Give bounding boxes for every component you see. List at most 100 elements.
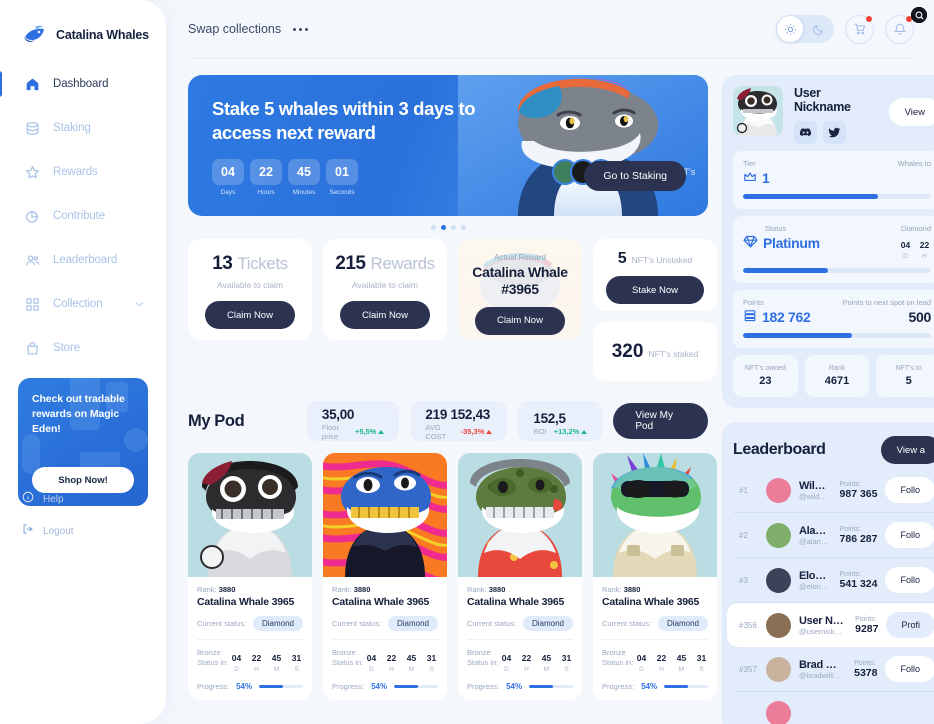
nft-image [593, 453, 717, 577]
go-to-staking-button[interactable]: Go to Staking [584, 161, 686, 191]
nft-card[interactable]: Rank: 3880 Catalina Whale 3965 Current s… [188, 7, 927, 700]
follow-button[interactable]: Follo [885, 656, 934, 682]
cart-badge [866, 15, 872, 22]
avatar [766, 701, 791, 724]
leaderboard-row[interactable]: #2 Alan Walker @alanwalker Points: 786 2… [733, 513, 934, 558]
chevron-down-icon[interactable] [135, 300, 144, 309]
nfts-owned-tile: NFT's owned 23 [733, 355, 798, 397]
progress-label: Progress: [197, 682, 230, 691]
leaderboard-row[interactable]: #3 Elon Musk @elonmusk Points: 541 324 F… [733, 558, 934, 603]
follow-button[interactable]: Follo [885, 522, 934, 548]
leaderboard-row[interactable]: #1 Wildan Wari @wildanwari Points: 987 3… [733, 468, 934, 513]
view-profile-button[interactable]: View [888, 98, 934, 126]
countdown-value: 22 [656, 653, 667, 663]
countdown-value: 04 [900, 240, 911, 250]
user-header: User Nickname View [733, 86, 934, 144]
carousel-dot-active[interactable] [440, 225, 446, 230]
sun-icon [777, 16, 803, 42]
follow-button[interactable]: Follo [885, 477, 934, 503]
ellipsis-icon[interactable] [293, 27, 309, 31]
sidebar-item-contribute[interactable]: Contribute [0, 202, 166, 230]
countdown-unit: H [922, 253, 927, 260]
nft-next-status-label: Bronze Status in: [467, 648, 499, 668]
countdown-cell: 31 S [290, 648, 303, 673]
view-all-button[interactable]: View a [880, 436, 934, 464]
sidebar-item-label: Leaderboard [53, 254, 118, 266]
help-label: Help [43, 493, 64, 505]
countdown-cell: 22 Hours [250, 159, 282, 196]
logout-icon [22, 522, 34, 540]
leaderboard-row-partial[interactable] [733, 692, 934, 724]
follow-button[interactable]: Follo [885, 567, 934, 593]
right-column: User Nickname View Tier Whales to 1 Stat… [722, 75, 934, 724]
countdown-unit: D [903, 253, 908, 260]
nft-countdown-row: Bronze Status in: 04 D 22 H 45 M 31 S [467, 648, 573, 673]
sidebar-item-leaderboard[interactable]: Leaderboard [0, 246, 166, 274]
tier-row: Tier Whales to [743, 159, 931, 168]
view-my-pod-button[interactable]: View My Pod [613, 403, 708, 439]
profile-button[interactable]: Profi [886, 612, 934, 638]
claim-tickets-button[interactable]: Claim Now [205, 301, 295, 329]
nft-progress-row: Progress: 54% [602, 682, 708, 691]
logout-link[interactable]: Logout [22, 522, 74, 540]
points-progress-fill [743, 333, 853, 338]
row-points: Points: 5378 [854, 660, 877, 679]
countdown-cell: 22 H [250, 648, 263, 673]
main-area: Swap collections Stake 5 whales within 3… [166, 0, 934, 724]
countdown-unit: H [524, 666, 529, 673]
row-handle: @alanwalker [799, 536, 830, 546]
metric-delta: -35,3% [461, 427, 493, 436]
nft-status-label: Current status: [602, 619, 652, 628]
status-badge: Diamond [522, 616, 573, 631]
promo-card[interactable]: Check out tradable rewards on Magic Eden… [18, 378, 148, 506]
nft-rank-label: Rank: [332, 585, 352, 594]
my-pod-header: My Pod 35,00 Floor price +5,5% 219 152,4 [188, 401, 708, 441]
claim-actual-reward-button[interactable]: Claim Now [475, 306, 565, 335]
avatar [766, 522, 791, 548]
claim-rewards-button[interactable]: Claim Now [340, 301, 430, 329]
nft-card[interactable]: Rank: 3880 Catalina Whale 3965 Current s… [323, 7, 927, 700]
row-points: Points: 987 365 [840, 481, 878, 500]
swap-collections-label[interactable]: Swap collections [188, 22, 281, 36]
database-icon [24, 120, 41, 137]
progress-value: 54% [371, 682, 388, 691]
cart-button[interactable] [845, 14, 874, 44]
staked-card: 320 NFT's staked [593, 322, 717, 381]
row-rank: #2 [739, 530, 748, 540]
arrow-up-icon [486, 429, 493, 434]
progress-bar-fill [259, 685, 283, 688]
nft-rank: Rank: 3880 [602, 585, 708, 594]
progress-value: 54% [506, 682, 523, 691]
progress-label: Progress: [332, 682, 365, 691]
countdown-value: 22 [251, 653, 262, 663]
carousel-dot[interactable] [460, 225, 466, 230]
sidebar-item-store[interactable]: Store [0, 334, 166, 362]
sidebar-item-dashboard[interactable]: Dashboard [0, 70, 166, 98]
twitter-icon[interactable] [823, 121, 846, 144]
leaderboard-row[interactable]: #357 Brad Williams @bradwilliams Points:… [733, 647, 934, 692]
stake-now-button[interactable]: Stake Now [606, 276, 704, 304]
countdown-cell: 31 S [560, 648, 573, 673]
points-value: 182 762 [762, 309, 811, 325]
sidebar-item-collection[interactable]: Collection [0, 290, 166, 318]
help-link[interactable]: Help [22, 490, 74, 508]
nft-card[interactable]: Rank: 3880 Catalina Whale 3965 Current s… [593, 7, 927, 700]
countdown-cell: 04 D [230, 648, 243, 673]
sidebar-item-staking[interactable]: Staking [0, 114, 166, 142]
countdown-value: 22 [521, 653, 532, 663]
discord-icon[interactable] [794, 121, 817, 144]
points-block: Points Points to next spot on lead 182 7… [733, 290, 934, 348]
carousel-dot[interactable] [450, 225, 456, 230]
nft-card[interactable]: Rank: 3880 Catalina Whale 3965 Current s… [458, 7, 927, 700]
countdown-unit: M [543, 666, 550, 673]
nft-progress-row: Progress: 54% [332, 682, 438, 691]
nft-rank: Rank: 3880 [197, 585, 303, 594]
countdown-value: 04 [501, 653, 512, 663]
carousel-dot[interactable] [430, 225, 436, 230]
sidebar-item-rewards[interactable]: Rewards [0, 158, 166, 186]
points-row: Points Points to next spot on lead [743, 298, 931, 307]
leaderboard-row-current-user[interactable]: #356 User Nickna… @usernickname Points: … [727, 603, 934, 647]
notifications-button[interactable] [885, 14, 914, 44]
nft-image [458, 453, 582, 577]
theme-toggle[interactable] [776, 15, 834, 43]
